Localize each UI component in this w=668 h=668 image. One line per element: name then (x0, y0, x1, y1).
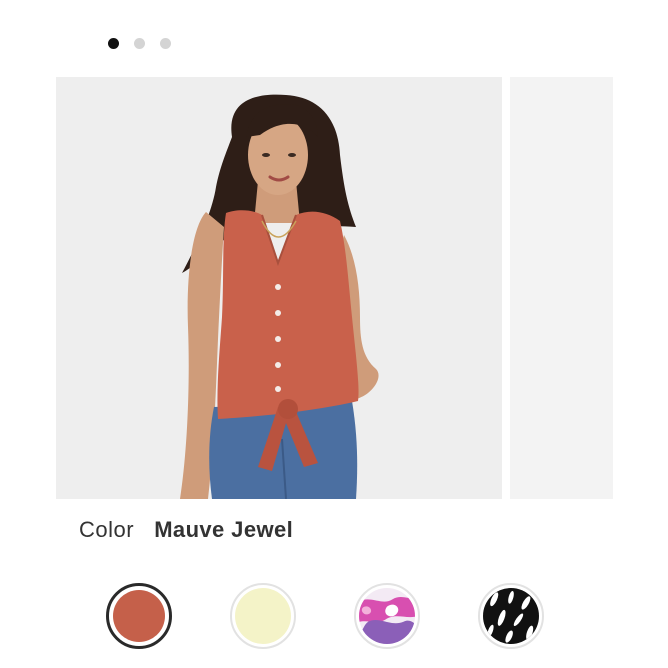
carousel-dot-3[interactable] (160, 38, 171, 49)
carousel-dot-2[interactable] (134, 38, 145, 49)
selected-color-name: Mauve Jewel (154, 517, 294, 542)
swatch-black-white-print[interactable] (478, 583, 544, 649)
next-image-peek[interactable] (510, 77, 613, 499)
swatch-pink-abstract-print[interactable] (354, 583, 420, 649)
pink-abstract-print-swatch (359, 588, 415, 644)
swatch-mauve-jewel[interactable] (106, 583, 172, 649)
mauve-jewel-swatch (113, 590, 165, 642)
product-image[interactable] (56, 77, 502, 499)
color-label: Color (79, 517, 135, 542)
pale-yellow-swatch (235, 588, 291, 644)
black-white-print-swatch (483, 588, 539, 644)
swatch-pale-yellow[interactable] (230, 583, 296, 649)
carousel-pagination (108, 38, 171, 49)
carousel-dot-1[interactable] (108, 38, 119, 49)
product-photo-illustration (56, 77, 502, 499)
color-selection-label: Color Mauve Jewel (79, 517, 293, 543)
